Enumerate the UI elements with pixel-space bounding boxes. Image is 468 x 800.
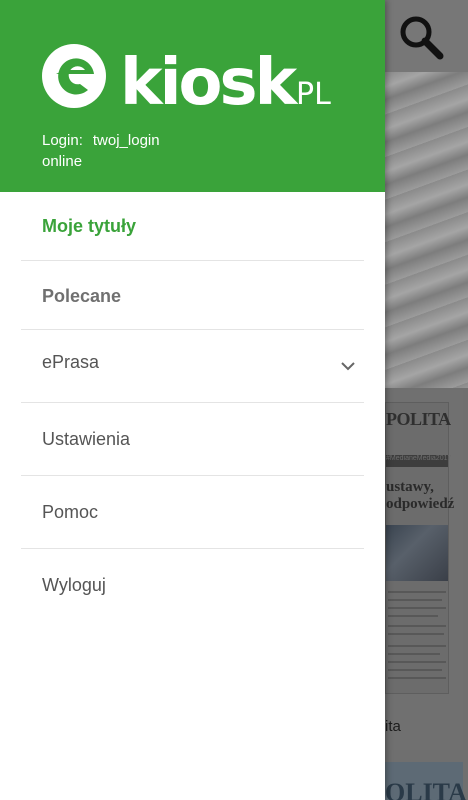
next-magazine-cover[interactable]: OLITA — [385, 762, 467, 800]
cover-headline: ustawy, odpowiedź — [386, 479, 455, 512]
magazine-cover[interactable]: POLITA #MedianeMedia2017 ustawy, odpowie… — [385, 402, 455, 694]
navigation-drawer: kiosk PL Login: twoj_login online Moje ty… — [0, 0, 385, 800]
menu-item-ustawienia[interactable]: Ustawienia — [0, 403, 385, 476]
menu-item-wyloguj[interactable]: Wyloguj — [0, 549, 385, 622]
login-info: Login: twoj_login — [42, 132, 160, 149]
online-status: online — [42, 153, 83, 170]
cover-photo — [386, 525, 448, 581]
cover-text-line — [388, 633, 444, 635]
cover-text-line — [388, 645, 446, 647]
drawer-menu: Moje tytuły Polecane ePrasa Ustawienia P… — [0, 192, 385, 622]
search-icon[interactable] — [396, 12, 444, 60]
menu-item-moje-tytuly[interactable]: Moje tytuły — [0, 192, 385, 261]
menu-item-polecane[interactable]: Polecane — [0, 261, 385, 330]
cover-text-line — [388, 599, 442, 601]
svg-text:kiosk: kiosk — [120, 46, 299, 112]
cover-text-line — [388, 653, 440, 655]
ekiosk-logo: kiosk PL — [42, 44, 331, 112]
cover-title: ita — [385, 718, 401, 735]
cover-masthead: POLITA — [386, 409, 451, 429]
menu-item-eprasa[interactable]: ePrasa — [0, 330, 385, 403]
menu-item-label: ePrasa — [42, 352, 100, 372]
menu-item-pomoc[interactable]: Pomoc — [0, 476, 385, 549]
drawer-header: kiosk PL Login: twoj_login online — [0, 0, 385, 192]
svg-text:PL: PL — [296, 77, 331, 112]
menu-item-label: Ustawienia — [42, 429, 131, 449]
cover-text-line — [388, 607, 446, 609]
cover-text-line — [388, 661, 446, 663]
cover-text-line — [388, 615, 438, 617]
cover-text-line — [388, 669, 442, 671]
menu-item-label: Moje tytuły — [42, 216, 137, 236]
menu-item-label: Wyloguj — [42, 575, 106, 595]
chevron-down-icon[interactable] — [340, 360, 356, 372]
cover-text-line — [388, 625, 446, 627]
hero-banner — [385, 72, 468, 388]
menu-item-label: Pomoc — [42, 502, 99, 522]
cover-text-line — [388, 677, 446, 679]
login-label: Login: — [42, 132, 83, 149]
menu-item-label: Polecane — [42, 286, 122, 306]
cover-tag: #MedianeMedia2017 — [386, 455, 451, 467]
next-cover-masthead: OLITA — [385, 778, 467, 800]
login-value: twoj_login — [92, 132, 160, 149]
cover-text-line — [388, 591, 446, 593]
